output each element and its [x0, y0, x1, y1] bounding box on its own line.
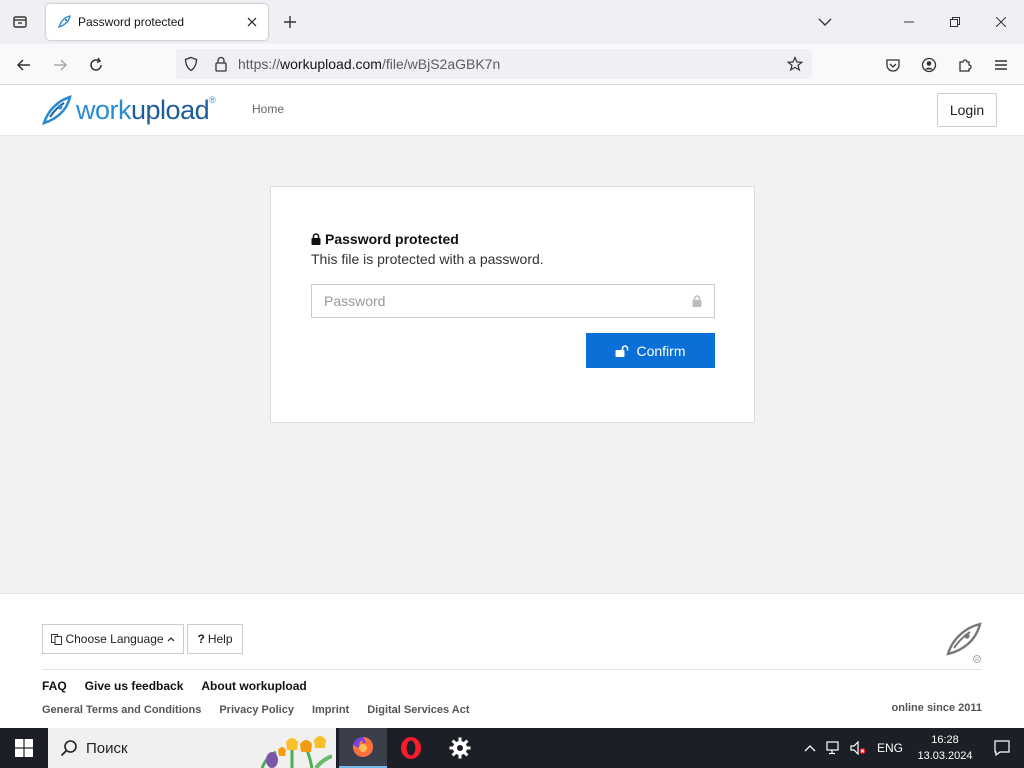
reload-icon[interactable] — [83, 52, 109, 78]
logo-wordmark: workupload — [76, 94, 210, 126]
svg-text:R: R — [975, 657, 979, 663]
workupload-favicon-icon — [56, 14, 72, 30]
close-window-icon[interactable] — [978, 0, 1024, 44]
windows-start-icon[interactable] — [0, 728, 48, 768]
hamburger-menu-icon[interactable] — [988, 52, 1014, 78]
choose-language-label: Choose Language — [65, 632, 164, 646]
site-footer: Choose Language ? Help R FAQ Give us fee… — [0, 593, 1024, 728]
search-icon — [60, 740, 77, 757]
web-page: workupload ® Home Login Password protect… — [0, 85, 1024, 728]
url-text: https://workupload.com/file/wBjS2aGBK7n — [238, 56, 780, 72]
taskbar-firefox-icon[interactable] — [339, 728, 387, 768]
online-since-text: online since 2011 — [891, 702, 983, 714]
footer-link-imprint[interactable]: Imprint — [312, 704, 349, 716]
logo-registered-mark: ® — [209, 95, 216, 105]
lock-icon — [692, 295, 702, 307]
confirm-button[interactable]: Confirm — [586, 333, 715, 368]
clock-time: 16:28 — [931, 734, 959, 746]
taskbar-search[interactable]: Поиск — [48, 728, 336, 768]
lock-icon[interactable] — [206, 49, 236, 79]
password-input[interactable] — [324, 293, 692, 309]
browser-tab-strip: Password protected — [0, 0, 1024, 44]
footer-link-dsa[interactable]: Digital Services Act — [367, 704, 469, 716]
tab-list-icon[interactable] — [8, 10, 32, 34]
password-card: Password protected This file is protecte… — [270, 186, 755, 423]
toolbar-right — [880, 52, 1014, 78]
help-label: Help — [207, 632, 233, 646]
clock-date: 13.03.2024 — [917, 750, 973, 762]
account-icon[interactable] — [916, 52, 942, 78]
footer-link-about[interactable]: About workupload — [201, 679, 306, 693]
tracking-shield-icon[interactable] — [176, 49, 206, 79]
rocket-icon: R — [942, 620, 984, 669]
input-language-indicator[interactable]: ENG — [870, 741, 910, 755]
notifications-icon[interactable] — [980, 728, 1024, 768]
url-scheme: https:// — [238, 56, 281, 72]
list-all-tabs-chevron-icon[interactable] — [815, 12, 835, 32]
taskbar-clock[interactable]: 16:28 13.03.2024 — [910, 732, 980, 764]
confirm-button-label: Confirm — [636, 342, 686, 359]
url-domain: workupload.com — [280, 56, 382, 72]
taskbar-opera-icon[interactable] — [387, 728, 435, 768]
network-icon[interactable] — [822, 728, 846, 768]
footer-link-terms[interactable]: General Terms and Conditions — [42, 704, 201, 716]
forward-arrow-icon[interactable] — [47, 52, 73, 78]
footer-primary-links: FAQ Give us feedback About workupload — [42, 679, 307, 693]
footer-secondary-links: General Terms and Conditions Privacy Pol… — [42, 704, 470, 716]
rocket-logo-icon — [41, 95, 72, 125]
nav-home-link[interactable]: Home — [252, 102, 284, 116]
back-arrow-icon[interactable] — [11, 52, 37, 78]
address-bar[interactable]: https://workupload.com/file/wBjS2aGBK7n — [176, 49, 812, 79]
window-controls — [886, 0, 1024, 44]
question-icon: ? — [197, 632, 205, 646]
choose-language-button[interactable]: Choose Language — [42, 624, 184, 654]
restore-icon[interactable] — [932, 0, 978, 44]
search-placeholder: Поиск — [86, 739, 128, 757]
minimize-icon[interactable] — [886, 0, 932, 44]
logo-text-work: work — [76, 94, 132, 125]
help-button[interactable]: ? Help — [187, 624, 243, 654]
language-icon — [51, 633, 63, 645]
workupload-logo[interactable]: workupload ® — [40, 93, 216, 127]
url-path: /file/wBjS2aGBK7n — [381, 56, 501, 72]
bookmark-star-icon[interactable] — [780, 49, 810, 79]
logo-text-upload: upload — [131, 94, 210, 125]
pocket-icon[interactable] — [880, 52, 906, 78]
tulips-decoration-icon — [260, 736, 332, 768]
footer-divider — [42, 669, 982, 670]
login-button[interactable]: Login — [937, 93, 997, 127]
footer-link-faq[interactable]: FAQ — [42, 679, 67, 693]
volume-muted-icon[interactable] — [846, 728, 870, 768]
tray-chevron-up-icon[interactable] — [798, 728, 822, 768]
navigation-toolbar: https://workupload.com/file/wBjS2aGBK7n — [0, 44, 1024, 85]
taskbar-settings-gear-icon[interactable] — [436, 728, 484, 768]
site-header: workupload ® Home Login — [0, 85, 1024, 136]
extensions-puzzle-icon[interactable] — [952, 52, 978, 78]
card-description: This file is protected with a password. — [311, 251, 544, 267]
chevron-up-icon — [167, 637, 175, 642]
tab-title: Password protected — [78, 15, 185, 29]
card-heading-text: Password protected — [325, 231, 459, 247]
system-tray: ENG 16:28 13.03.2024 — [798, 728, 1024, 768]
lock-icon — [311, 233, 321, 245]
card-heading: Password protected — [311, 231, 459, 247]
unlock-icon — [615, 344, 629, 357]
password-field[interactable] — [311, 284, 715, 318]
footer-link-privacy[interactable]: Privacy Policy — [219, 704, 294, 716]
new-tab-plus-icon[interactable] — [280, 12, 300, 32]
windows-taskbar: Поиск ENG 16:28 13.03.2024 — [0, 728, 1024, 768]
close-tab-icon[interactable] — [244, 14, 260, 30]
footer-link-feedback[interactable]: Give us feedback — [85, 679, 184, 693]
active-tab[interactable]: Password protected — [46, 4, 268, 40]
